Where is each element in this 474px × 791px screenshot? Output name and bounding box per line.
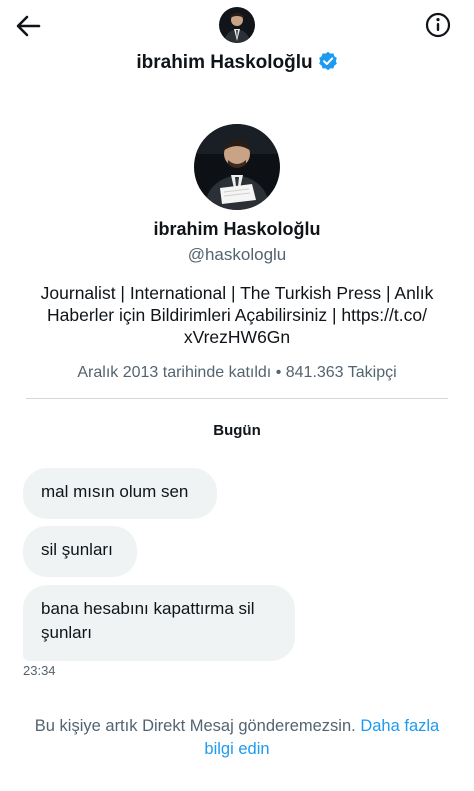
profile-name: ibrahim Haskoloğlu <box>153 219 321 239</box>
info-icon[interactable] <box>425 12 451 38</box>
header-avatar[interactable] <box>219 7 255 43</box>
divider <box>26 398 448 399</box>
conversation-header: ibrahim Haskoloğlu <box>0 0 474 85</box>
message-bubble[interactable]: bana hesabını kapattırma sil şunları <box>23 585 295 661</box>
bio-line: xVrezHW6Gn <box>183 327 291 347</box>
profile-card[interactable]: ibrahim Haskoloğlu @haskologlu Journalis… <box>0 124 474 382</box>
message-text: bana hesabını kapattırma sil <box>41 599 255 618</box>
profile-bio: Journalist | International | The Turkish… <box>27 282 447 348</box>
message-bubble[interactable]: sil şunları <box>23 526 137 577</box>
message-text: şunları <box>41 623 93 642</box>
learn-more-link-text: Daha fazla <box>360 717 440 735</box>
verified-badge-icon <box>318 51 338 71</box>
dm-restriction-notice: Bu kişiye artık Direkt Mesaj gönderemezs… <box>0 715 474 761</box>
notice-text: Bu kişiye artık Direkt Mesaj gönderemezs… <box>34 717 356 735</box>
learn-more-link-text: bilgi edin <box>204 740 270 758</box>
message-text: sil şunları <box>41 540 113 559</box>
profile-avatar[interactable] <box>194 124 280 210</box>
header-title: ibrahim Haskoloğlu <box>0 51 474 74</box>
profile-meta: Aralık 2013 tarihinde katıldı • 841.363 … <box>77 364 397 381</box>
bio-line: Journalist | International | The Turkish… <box>40 283 434 303</box>
bio-line: Haberler için Bildirimleri Açabilirsiniz… <box>47 305 427 325</box>
message-text: mal mısın olum sen <box>41 482 189 501</box>
message-timestamp: 23:34 <box>23 663 56 678</box>
profile-handle: @haskologlu <box>187 245 287 264</box>
header-name-text: ibrahim Haskoloğlu <box>136 52 313 73</box>
message-bubble[interactable]: mal mısın olum sen <box>23 468 217 519</box>
back-arrow-icon[interactable] <box>14 12 42 40</box>
date-separator: Bugün <box>213 422 261 439</box>
